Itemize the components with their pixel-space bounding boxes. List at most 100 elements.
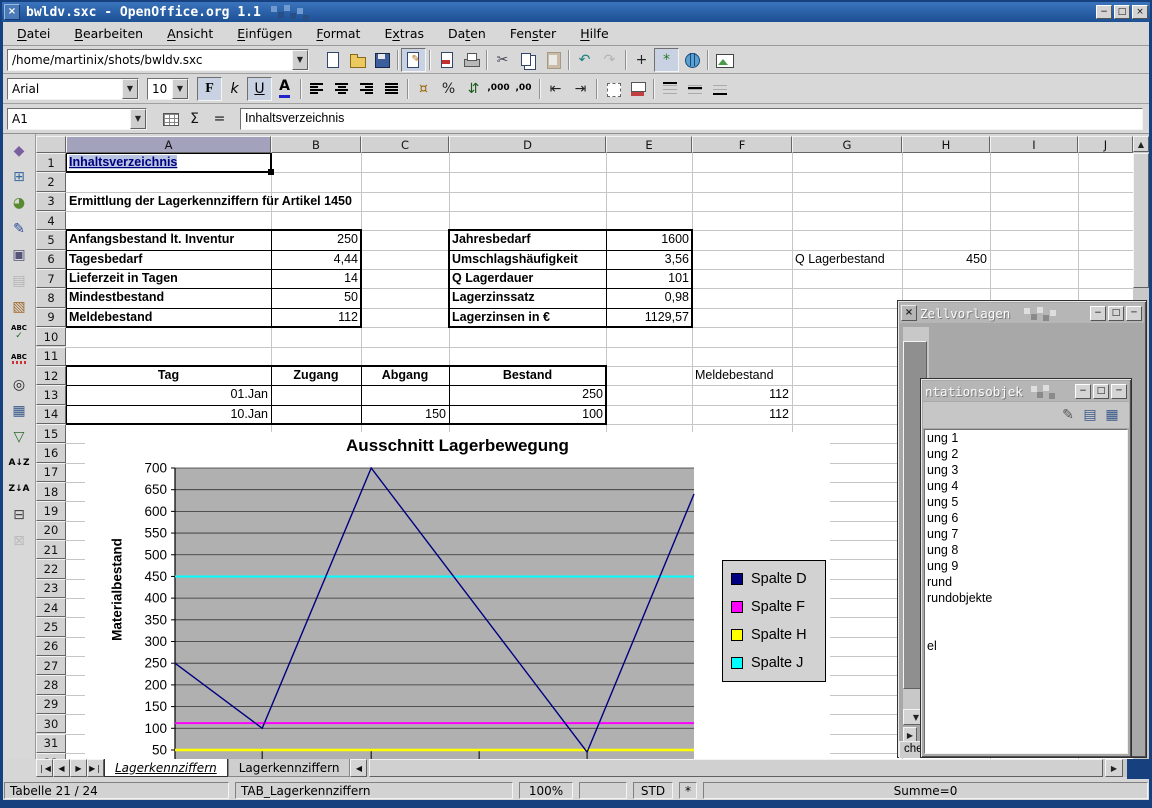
function-autopilot-icon[interactable] <box>157 107 182 131</box>
cell-A5[interactable]: Anfangsbestand lt. Inventur <box>66 230 271 249</box>
italic-button[interactable]: k <box>222 77 247 101</box>
copy-icon[interactable] <box>515 48 540 72</box>
column-header-D[interactable]: D <box>449 136 606 153</box>
menu-item-ansicht[interactable]: Ansicht <box>159 23 221 44</box>
cell-cursor-handle[interactable] <box>268 169 274 175</box>
menu-item-daten[interactable]: Daten <box>440 23 494 44</box>
equals-icon[interactable]: = <box>207 107 232 131</box>
open-document-icon[interactable] <box>344 48 369 72</box>
bold-button[interactable]: F <box>197 77 222 101</box>
url-value[interactable]: /home/martinix/shots/bwldv.sxc <box>8 53 292 67</box>
font-name-dropdown-icon[interactable]: ▼ <box>122 79 138 99</box>
find-replace-icon[interactable]: ◎ <box>6 372 32 398</box>
paste-icon[interactable] <box>540 48 565 72</box>
gallery-icon[interactable] <box>711 48 736 72</box>
font-color-button[interactable]: A <box>272 77 297 101</box>
scroll-up-icon[interactable]: ▲ <box>1133 136 1149 152</box>
cell-A3[interactable]: Ermittlung der Lagerkennziffern für Arti… <box>66 192 355 211</box>
font-size-dropdown-icon[interactable]: ▼ <box>172 79 188 99</box>
cell-reference-dropdown-icon[interactable]: ▼ <box>130 109 146 129</box>
row-header-11[interactable]: 11 <box>36 347 66 366</box>
scroll-right-icon[interactable]: ▶ <box>1105 759 1123 777</box>
chart-object[interactable]: Ausschnitt LagerbewegungMaterialbestand7… <box>85 432 830 759</box>
cell-B8[interactable]: 50 <box>271 288 361 307</box>
column-header-I[interactable]: I <box>990 136 1078 153</box>
cell-G6[interactable]: Q Lagerbestand <box>792 250 902 269</box>
select-all-corner[interactable] <box>36 136 66 153</box>
hyperlink-bar-icon[interactable] <box>679 48 704 72</box>
title-bar[interactable]: × bwldv.sxc - OpenOffice.org 1.1 − □ × <box>2 2 1150 22</box>
row-header-3[interactable]: 3 <box>36 192 66 211</box>
cell-E9[interactable]: 1129,57 <box>606 308 692 327</box>
styles-list[interactable]: ung 1ung 2ung 3ung 4ung 5ung 6ung 7ung 8… <box>924 429 1128 754</box>
presentation-styles-maximize-icon[interactable]: □ <box>1093 384 1109 399</box>
presentation-styles-minimize-icon[interactable]: − <box>1075 384 1091 399</box>
font-size-combobox[interactable]: 10 ▼ <box>147 78 189 100</box>
column-header-G[interactable]: G <box>792 136 902 153</box>
navigator-icon[interactable]: + <box>629 48 654 72</box>
first-sheet-icon[interactable]: ❘◀ <box>36 759 53 777</box>
row-header-5[interactable]: 5 <box>36 230 66 249</box>
row-header-22[interactable]: 22 <box>36 559 66 578</box>
number-format-standard-icon[interactable]: ⇵ <box>461 77 486 101</box>
underline-button[interactable]: U <box>247 77 272 101</box>
column-header-E[interactable]: E <box>606 136 692 153</box>
autofilter-icon[interactable]: ▽ <box>6 424 32 450</box>
cell-E8[interactable]: 0,98 <box>606 288 692 307</box>
tab-scroll-left-icon[interactable]: ◀ <box>350 759 367 777</box>
style-list-item[interactable]: ung 1 <box>925 430 1127 446</box>
style-list-item[interactable]: rundobjekte <box>925 590 1127 606</box>
data-sources-icon[interactable]: ▦ <box>6 398 32 424</box>
font-size-value[interactable]: 10 <box>148 82 172 96</box>
status-sum[interactable]: Summe=0 <box>703 782 1148 799</box>
cell-D14[interactable]: 100 <box>449 405 606 424</box>
fill-format-mode-icon[interactable]: ✎ <box>1057 404 1079 426</box>
redo-icon[interactable]: ↷ <box>597 48 622 72</box>
formula-input[interactable]: Inhaltsverzeichnis <box>240 108 1143 130</box>
number-format-percent-icon[interactable]: % <box>436 77 461 101</box>
menu-item-bearbeiten[interactable]: Bearbeiten <box>66 23 151 44</box>
cell-styles-shade-icon[interactable]: ─ <box>1126 306 1142 321</box>
insert-object-icon[interactable]: ◆ <box>6 138 32 164</box>
update-style-icon[interactable]: ▦ <box>1101 404 1123 426</box>
row-header-14[interactable]: 14 <box>36 405 66 424</box>
sheet-tab-2[interactable]: Lagerkennziffern <box>228 759 351 777</box>
form-controls-icon[interactable]: ▣ <box>6 242 32 268</box>
row-header-24[interactable]: 24 <box>36 598 66 617</box>
cell-B9[interactable]: 112 <box>271 308 361 327</box>
export-pdf-icon[interactable] <box>433 48 458 72</box>
edit-file-icon[interactable] <box>401 48 426 72</box>
presentation-styles-titlebar[interactable]: ntationsobjek − □ ─ <box>923 381 1129 401</box>
font-name-combobox[interactable]: Arial ▼ <box>7 78 139 100</box>
cell-A12[interactable]: Tag <box>66 366 271 385</box>
row-header-30[interactable]: 30 <box>36 714 66 733</box>
print-document-icon[interactable] <box>458 48 483 72</box>
menu-item-format[interactable]: Format <box>308 23 368 44</box>
window-border-left[interactable] <box>0 0 3 808</box>
delete-decimal-icon[interactable]: ,00 <box>511 77 536 101</box>
menu-item-fenster[interactable]: Fenster <box>502 23 564 44</box>
align-justify-icon[interactable] <box>379 77 404 101</box>
vertical-scroll-thumb[interactable] <box>1133 153 1149 288</box>
cell-D13[interactable]: 250 <box>449 385 606 404</box>
align-right-icon[interactable] <box>354 77 379 101</box>
style-list-item[interactable]: ung 2 <box>925 446 1127 462</box>
maximize-button[interactable]: □ <box>1114 5 1130 19</box>
menu-item-einfgen[interactable]: Einfügen <box>229 23 300 44</box>
row-header-20[interactable]: 20 <box>36 521 66 540</box>
row-header-25[interactable]: 25 <box>36 617 66 636</box>
cut-icon[interactable]: ✂ <box>490 48 515 72</box>
presentation-styles-shade-icon[interactable]: ─ <box>1111 384 1127 399</box>
new-document-icon[interactable] <box>319 48 344 72</box>
row-header-6[interactable]: 6 <box>36 250 66 269</box>
column-header-A[interactable]: A <box>66 136 271 153</box>
row-header-18[interactable]: 18 <box>36 482 66 501</box>
style-list-item[interactable]: ung 9 <box>925 558 1127 574</box>
status-sheet-name[interactable]: TAB_Lagerkennziffern <box>235 782 513 799</box>
row-header-29[interactable]: 29 <box>36 695 66 714</box>
menu-item-datei[interactable]: Datei <box>9 23 58 44</box>
row-header-23[interactable]: 23 <box>36 579 66 598</box>
previous-sheet-icon[interactable]: ◀ <box>53 759 70 777</box>
style-list-item[interactable]: ung 8 <box>925 542 1127 558</box>
cell-B7[interactable]: 14 <box>271 269 361 288</box>
